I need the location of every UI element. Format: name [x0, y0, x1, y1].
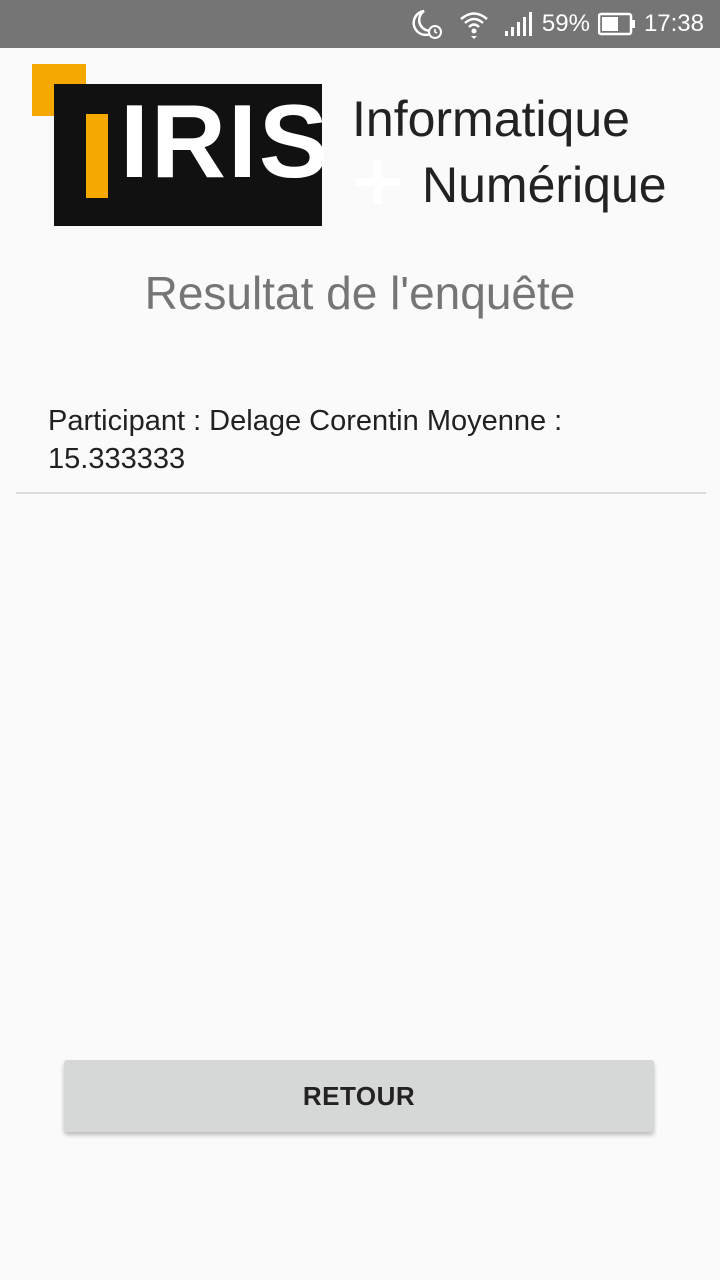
- logo-brand: IRIS: [120, 84, 331, 200]
- logo-line2: Numérique: [422, 157, 667, 213]
- signal-icon: [504, 11, 534, 37]
- back-button[interactable]: RETOUR: [64, 1060, 654, 1132]
- results-list: Participant : Delage Corentin Moyenne : …: [16, 398, 706, 494]
- plus-icon: [356, 160, 400, 204]
- clock: 17:38: [643, 10, 704, 37]
- moon-alarm-icon: [410, 7, 444, 41]
- battery-icon: [597, 12, 636, 36]
- logo-accent-bar: [86, 114, 108, 198]
- logo-box: IRIS: [54, 84, 328, 226]
- page-title: Resultat de l'enquête: [144, 267, 576, 319]
- iris-logo: IRIS Informatique Numérique: [32, 64, 692, 232]
- logo-line1: Informatique: [352, 91, 630, 147]
- wifi-icon: [458, 8, 490, 40]
- battery-percent: 59%: [541, 10, 590, 37]
- status-bar: 59% 17:38: [0, 0, 720, 48]
- list-item[interactable]: Participant : Delage Corentin Moyenne : …: [16, 398, 706, 494]
